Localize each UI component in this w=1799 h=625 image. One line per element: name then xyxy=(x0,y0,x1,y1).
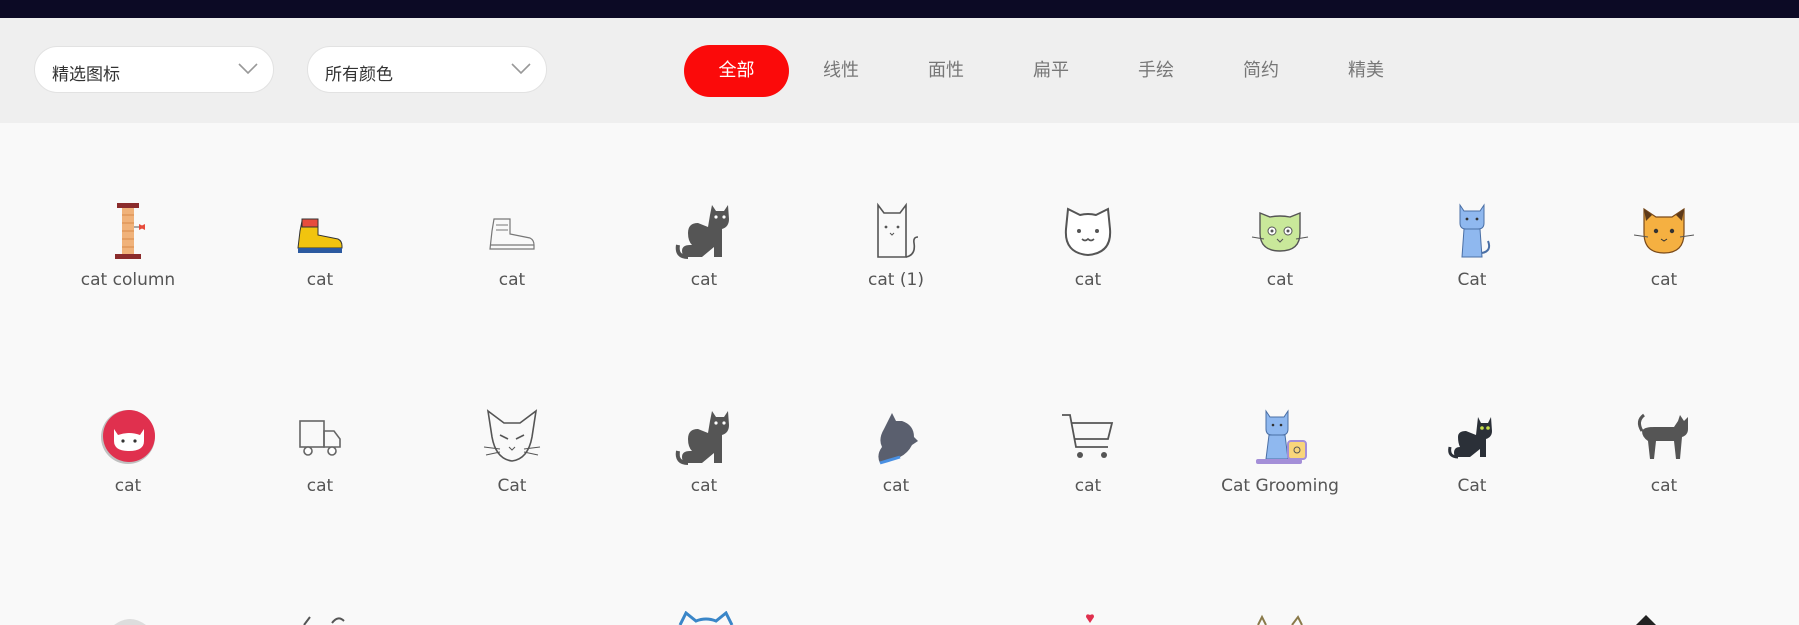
icon-label: cat xyxy=(306,270,334,290)
green-cat-face-icon xyxy=(1251,211,1309,252)
tab-hand-drawn[interactable]: 手绘 xyxy=(1123,45,1189,97)
icon-label: cat xyxy=(1650,270,1678,290)
partial-icon xyxy=(1257,614,1303,625)
icon-card[interactable]: cat xyxy=(32,407,224,496)
icon-card[interactable]: cat xyxy=(416,201,608,290)
icon-label: cat xyxy=(1074,270,1102,290)
icon-type-dropdown[interactable]: 精选图标 xyxy=(34,46,274,93)
cat-silhouette-icon xyxy=(675,411,729,465)
cat-grooming-icon xyxy=(1256,409,1307,464)
filter-bar: 精选图标 所有颜色 全部 线性 面性 扁平 手绘 简约 精美 xyxy=(0,18,1799,123)
icon-card[interactable]: cat column xyxy=(32,201,224,290)
icon-card[interactable]: Cat xyxy=(1376,201,1568,290)
icon-label: Cat xyxy=(497,476,527,496)
orange-cat-face-icon xyxy=(1634,207,1694,254)
partial-icon xyxy=(114,619,146,625)
tab-all[interactable]: 全部 xyxy=(684,45,789,97)
top-bar xyxy=(0,0,1799,18)
icon-card[interactable]: cat xyxy=(1568,407,1760,496)
chevron-down-icon xyxy=(511,63,531,75)
blue-sitting-cat-icon xyxy=(1459,203,1491,258)
icon-card[interactable]: cat xyxy=(1184,201,1376,290)
shopping-cart-icon xyxy=(1062,414,1114,458)
icon-card[interactable]: cat xyxy=(1568,201,1760,290)
icon-card[interactable]: cat (1) xyxy=(800,201,992,290)
yellow-boot-icon xyxy=(297,218,343,253)
icon-label: cat (1) xyxy=(868,270,924,290)
icon-card[interactable]: Cat Grooming xyxy=(1184,407,1376,496)
icon-card[interactable]: cat xyxy=(608,407,800,496)
icon-label: cat xyxy=(1266,270,1294,290)
tab-fill[interactable]: 面性 xyxy=(913,45,979,97)
color-dropdown[interactable]: 所有颜色 xyxy=(307,46,547,93)
icon-card[interactable]: cat xyxy=(800,407,992,496)
tab-exquisite[interactable]: 精美 xyxy=(1333,45,1399,97)
boot-outline-icon xyxy=(489,218,535,250)
icon-label: cat xyxy=(1074,476,1102,496)
icon-label: cat column xyxy=(80,270,176,290)
truck-outline-icon xyxy=(299,420,341,456)
icon-label: Cat xyxy=(1457,270,1487,290)
cat-face-outline-icon xyxy=(1064,207,1112,257)
icon-label: cat xyxy=(882,476,910,496)
partial-icon xyxy=(1636,615,1656,625)
icon-card[interactable]: Cat xyxy=(416,407,608,496)
icon-card[interactable]: cat xyxy=(992,407,1184,496)
icon-grid: cat column cat cat cat cat (1) cat cat C… xyxy=(0,123,1799,625)
tab-line[interactable]: 线性 xyxy=(808,45,874,97)
icon-label: Cat xyxy=(1457,476,1487,496)
tab-flat[interactable]: 扁平 xyxy=(1018,45,1084,97)
icon-card[interactable]: Cat xyxy=(1376,407,1568,496)
chevron-down-icon xyxy=(238,63,258,75)
icon-label: Cat Grooming xyxy=(1221,476,1339,496)
cat-mask-outline-icon xyxy=(483,409,541,462)
cat-scratching-post-icon xyxy=(115,203,145,259)
icon-label: cat xyxy=(498,270,526,290)
black-cat-icon xyxy=(1448,417,1492,459)
red-circle-cat-icon xyxy=(101,410,155,464)
icon-card[interactable]: cat xyxy=(992,201,1184,290)
cat-outline-icon xyxy=(877,202,919,258)
icon-label: cat xyxy=(306,476,334,496)
tab-simple[interactable]: 简约 xyxy=(1228,45,1294,97)
icon-label: cat xyxy=(114,476,142,496)
icon-type-dropdown-label: 精选图标 xyxy=(52,65,120,85)
icon-card[interactable]: cat xyxy=(224,407,416,496)
cat-silhouette-icon xyxy=(675,205,729,259)
color-dropdown-label: 所有颜色 xyxy=(325,65,393,85)
cat-head-profile-icon xyxy=(878,413,918,465)
icon-label: cat xyxy=(1650,476,1678,496)
icon-label: cat xyxy=(690,270,718,290)
icon-card[interactable]: cat xyxy=(224,201,416,290)
walking-cat-icon xyxy=(1637,413,1688,459)
icon-label: cat xyxy=(690,476,718,496)
icon-card[interactable]: cat xyxy=(608,201,800,290)
